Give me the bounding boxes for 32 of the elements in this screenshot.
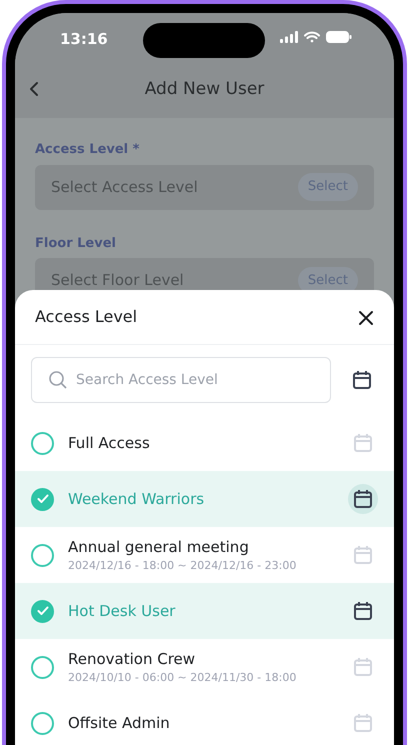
radio-icon[interactable]	[31, 656, 54, 678]
search-icon	[48, 370, 68, 390]
wifi-icon	[304, 31, 320, 43]
radio-icon[interactable]	[31, 432, 54, 454]
list-item[interactable]: Full Access	[15, 415, 394, 471]
item-name: Renovation Crew	[68, 648, 196, 670]
item-period: 2024/12/16 - 18:00 ~ 2024/12/16 - 23:00	[68, 558, 298, 574]
list-item[interactable]: Renovation Crew 2024/10/10 - 06:00 ~ 2024/11/30 - 18:00	[15, 639, 394, 695]
list-item[interactable]: Offsite Admin	[15, 695, 394, 745]
field-label: Floor Level	[35, 234, 117, 252]
radio-icon[interactable]	[31, 488, 54, 510]
list-item[interactable]: Annual general meeting 2024/12/16 - 18:00 ~ 2024/12/16 - 23:00	[15, 527, 394, 583]
item-name: Weekend Warriors	[68, 488, 206, 510]
item-name: Full Access	[68, 432, 151, 454]
radio-icon[interactable]	[31, 544, 54, 566]
item-name: Offsite Admin	[68, 712, 171, 734]
radio-icon[interactable]	[31, 712, 54, 734]
signal-icon	[280, 31, 298, 43]
battery-icon	[326, 31, 352, 43]
item-name: Annual general meeting	[68, 536, 250, 558]
field-label: Access Level *	[35, 141, 140, 159]
sheet-title: Access Level	[35, 306, 138, 328]
page-title: Add New User	[144, 78, 264, 101]
calendar-icon[interactable]	[352, 370, 372, 390]
item-period: 2024/10/10 - 06:00 ~ 2024/11/30 - 18:00	[68, 670, 298, 686]
list-item[interactable]: Hot Desk User	[15, 583, 394, 639]
list-item[interactable]: Weekend Warriors	[15, 471, 394, 527]
search-field[interactable]: Search Access Level	[31, 357, 331, 403]
calendar-icon[interactable]	[348, 484, 378, 514]
status-time: 13:16	[60, 29, 108, 50]
radio-icon[interactable]	[31, 600, 54, 622]
item-name: Hot Desk User	[68, 600, 176, 622]
